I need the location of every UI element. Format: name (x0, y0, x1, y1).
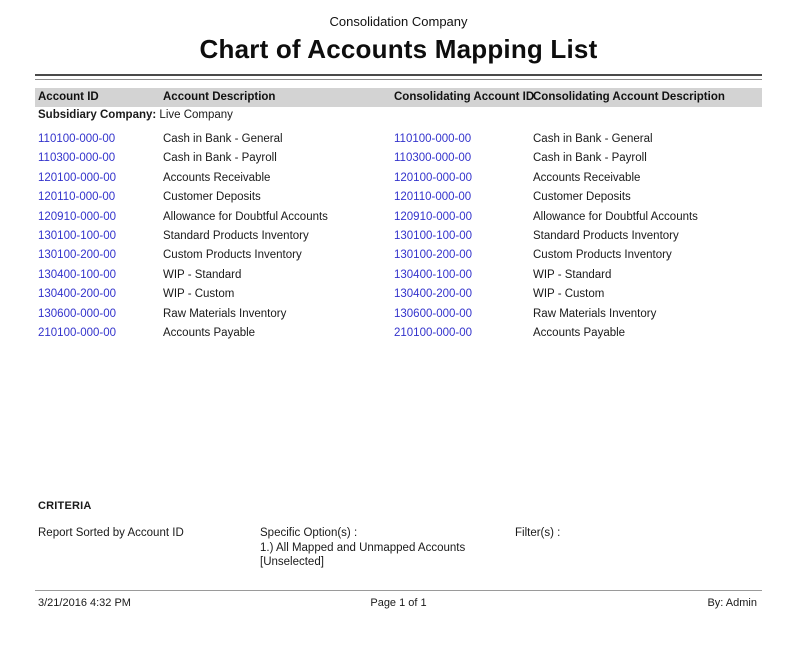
consolidating-account-description: Allowance for Doubtful Accounts (533, 211, 698, 223)
criteria-filters-label: Filter(s) : (515, 526, 560, 541)
account-description: Accounts Payable (163, 327, 255, 339)
table-row: 130100-200-00 Custom Products Inventory 13… (0, 247, 804, 266)
account-id-link[interactable]: 110100-000-00 (38, 133, 115, 145)
account-description: Cash in Bank - General (163, 133, 283, 145)
account-id-link[interactable]: 130400-200-00 (38, 288, 116, 300)
criteria-specific-options: Specific Option(s) : 1.) All Mapped and … (260, 526, 465, 570)
report-page: Consolidation Company Chart of Accounts … (0, 0, 804, 672)
subsidiary-group-row: Subsidiary Company: Live Company (38, 109, 233, 121)
table-row: 110100-000-00 Cash in Bank - General 11010… (0, 131, 804, 150)
footer-page-number: Page 1 of 1 (35, 597, 762, 609)
consolidating-account-description: Standard Products Inventory (533, 230, 679, 242)
consolidating-account-id-link[interactable]: 210100-000-00 (394, 327, 472, 339)
consolidating-account-id-link[interactable]: 120100-000-00 (394, 172, 472, 184)
subsidiary-company-label: Subsidiary Company: (38, 109, 156, 121)
account-id-link[interactable]: 120110-000-00 (38, 191, 115, 203)
consolidating-account-id-link[interactable]: 110100-000-00 (394, 133, 471, 145)
consolidating-account-description: Accounts Receivable (533, 172, 640, 184)
consolidating-account-id-link[interactable]: 120110-000-00 (394, 191, 471, 203)
consolidating-account-id-link[interactable]: 130600-000-00 (394, 308, 472, 320)
table-row: 130600-000-00 Raw Materials Inventory 1306… (0, 306, 804, 325)
table-row: 130400-200-00 WIP - Custom 130400-200-00 WI… (0, 286, 804, 305)
subsidiary-company-value: Live Company (159, 109, 233, 121)
column-header-account-id: Account ID (38, 88, 99, 107)
table-row: 130400-100-00 WIP - Standard 130400-100-00… (0, 267, 804, 286)
column-header-consolidating-account-id: Consolidating Account ID (394, 88, 534, 107)
footer-by-user: By: Admin (707, 597, 757, 609)
consolidating-account-description: WIP - Standard (533, 269, 611, 281)
account-id-link[interactable]: 120910-000-00 (38, 211, 116, 223)
consolidating-account-id-link[interactable]: 130100-100-00 (394, 230, 472, 242)
table-row: 120110-000-00 Customer Deposits 120110-000… (0, 189, 804, 208)
consolidating-account-id-link[interactable]: 110300-000-00 (394, 152, 471, 164)
specific-option-line: [Unselected] (260, 555, 465, 570)
specific-option-line: 1.) All Mapped and Unmapped Accounts (260, 541, 465, 556)
consolidating-account-description: Custom Products Inventory (533, 249, 672, 261)
column-header-account-description: Account Description (163, 88, 275, 107)
column-header-consolidating-account-description: Consolidating Account Description (533, 88, 725, 107)
footer-divider (35, 590, 762, 591)
account-id-link[interactable]: 130100-200-00 (38, 249, 116, 261)
table-row: 120100-000-00 Accounts Receivable 120100-0… (0, 170, 804, 189)
specific-options-label: Specific Option(s) : (260, 526, 465, 541)
account-id-link[interactable]: 210100-000-00 (38, 327, 116, 339)
consolidating-account-id-link[interactable]: 120910-000-00 (394, 211, 472, 223)
page-title: Chart of Accounts Mapping List (35, 34, 762, 65)
table-body: 110100-000-00 Cash in Bank - General 11010… (0, 131, 804, 344)
account-id-link[interactable]: 130100-100-00 (38, 230, 116, 242)
criteria-heading: CRITERIA (38, 500, 92, 512)
table-header-row: Account ID Account Description Consolida… (35, 88, 762, 107)
table-row: 110300-000-00 Cash in Bank - Payroll 11030… (0, 150, 804, 169)
account-id-link[interactable]: 120100-000-00 (38, 172, 116, 184)
account-description: Customer Deposits (163, 191, 261, 203)
account-description: Cash in Bank - Payroll (163, 152, 277, 164)
company-name: Consolidation Company (35, 14, 762, 29)
table-row: 130100-100-00 Standard Products Inventory… (0, 228, 804, 247)
title-divider (35, 74, 762, 80)
account-description: Custom Products Inventory (163, 249, 302, 261)
consolidating-account-description: Cash in Bank - General (533, 133, 653, 145)
consolidating-account-id-link[interactable]: 130400-200-00 (394, 288, 472, 300)
consolidating-account-description: WIP - Custom (533, 288, 604, 300)
account-id-link[interactable]: 130600-000-00 (38, 308, 116, 320)
criteria-sort-text: Report Sorted by Account ID (38, 526, 184, 541)
account-description: Standard Products Inventory (163, 230, 309, 242)
account-description: Accounts Receivable (163, 172, 270, 184)
consolidating-account-id-link[interactable]: 130100-200-00 (394, 249, 472, 261)
consolidating-account-description: Raw Materials Inventory (533, 308, 656, 320)
consolidating-account-description: Cash in Bank - Payroll (533, 152, 647, 164)
account-description: Allowance for Doubtful Accounts (163, 211, 328, 223)
account-id-link[interactable]: 130400-100-00 (38, 269, 116, 281)
table-row: 120910-000-00 Allowance for Doubtful Acco… (0, 209, 804, 228)
account-description: Raw Materials Inventory (163, 308, 286, 320)
consolidating-account-id-link[interactable]: 130400-100-00 (394, 269, 472, 281)
consolidating-account-description: Customer Deposits (533, 191, 631, 203)
table-row: 210100-000-00 Accounts Payable 210100-000-… (0, 325, 804, 344)
account-description: WIP - Custom (163, 288, 234, 300)
account-id-link[interactable]: 110300-000-00 (38, 152, 115, 164)
account-description: WIP - Standard (163, 269, 241, 281)
consolidating-account-description: Accounts Payable (533, 327, 625, 339)
